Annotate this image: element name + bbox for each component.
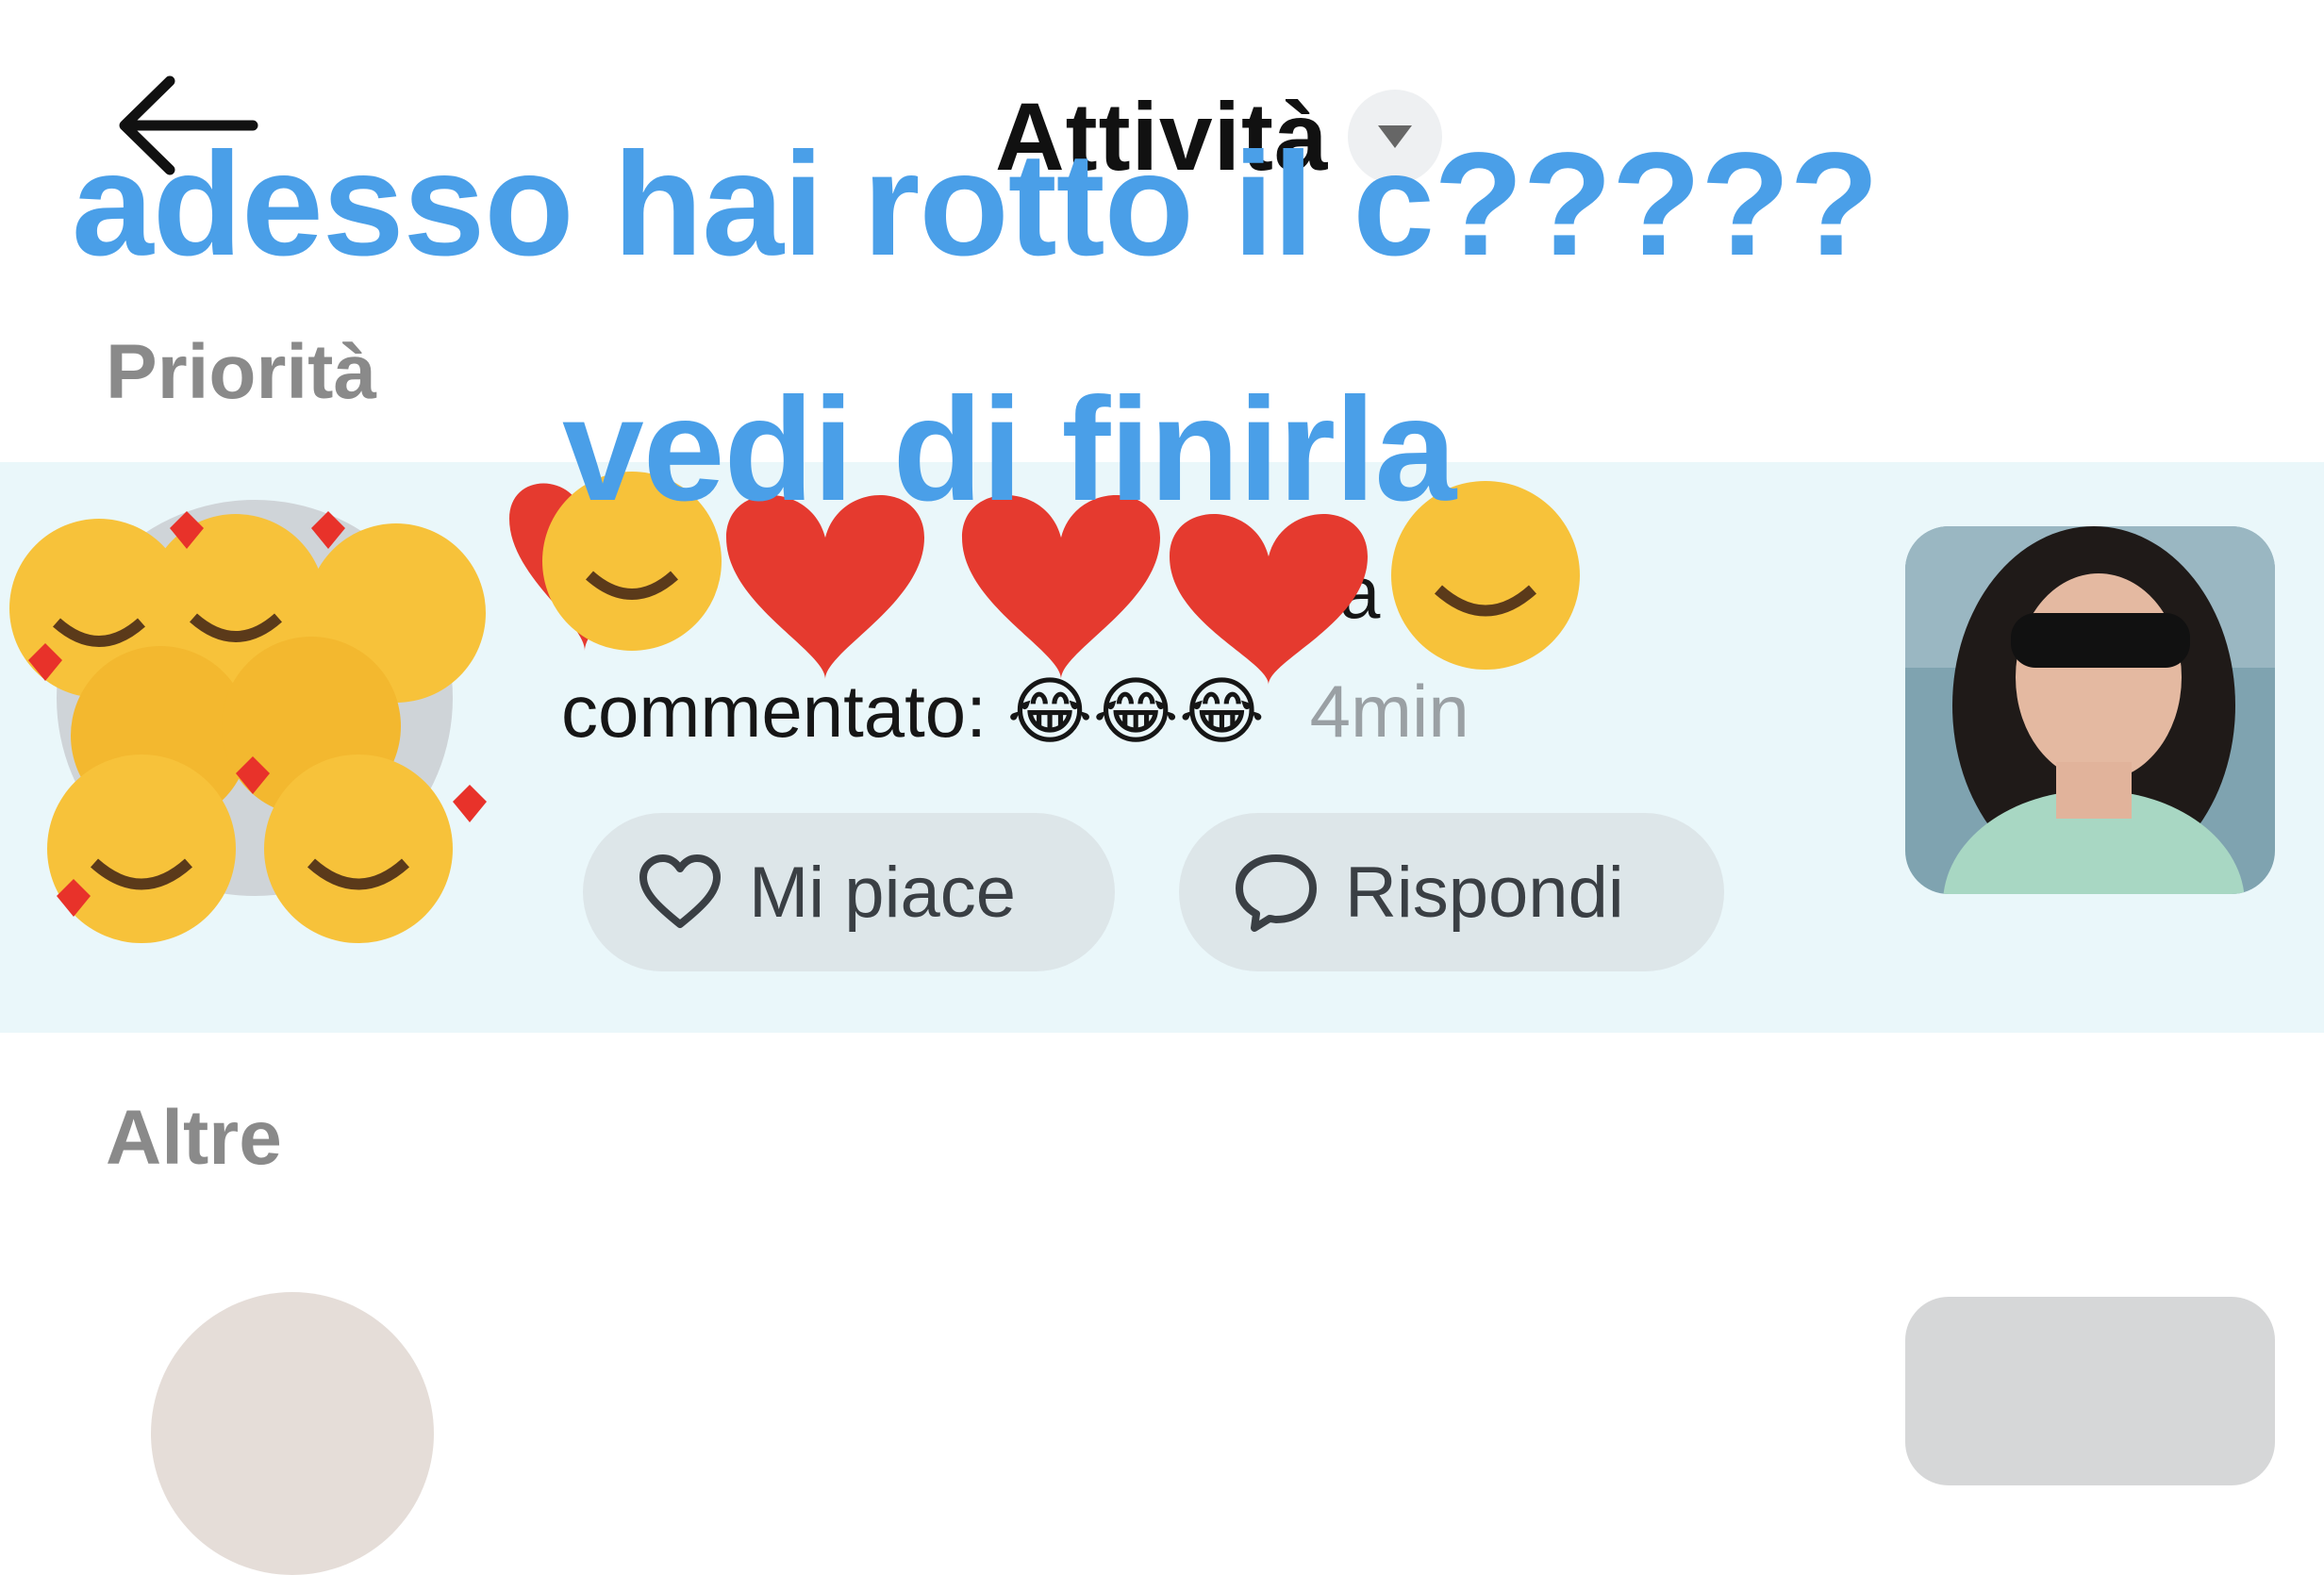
avatar[interactable] [151,1292,434,1575]
like-label: Mi piace [749,852,1016,933]
section-label-priority: Priorità [106,329,377,415]
red-heart-emoji-icon [1170,514,1368,685]
overlay-caption-line2: vedi di finirla [562,368,1456,532]
emoji-sticker-cluster [9,511,487,943]
post-thumbnail-image [1905,526,2275,894]
heart-outline-icon [639,854,721,928]
section-label-other: Altre [106,1095,282,1181]
overlay-caption-line1: adesso hai rotto il c????? [72,123,1879,287]
reply-label: Rispondi [1345,852,1624,933]
smiling-hearts-emoji-icon [9,511,487,943]
speech-bubble-icon [1236,854,1317,932]
post-thumbnail[interactable] [1905,1297,2275,1485]
like-button[interactable]: Mi piace [583,813,1115,971]
post-thumbnail[interactable] [1905,526,2275,894]
reply-button[interactable]: Rispondi [1179,813,1724,971]
